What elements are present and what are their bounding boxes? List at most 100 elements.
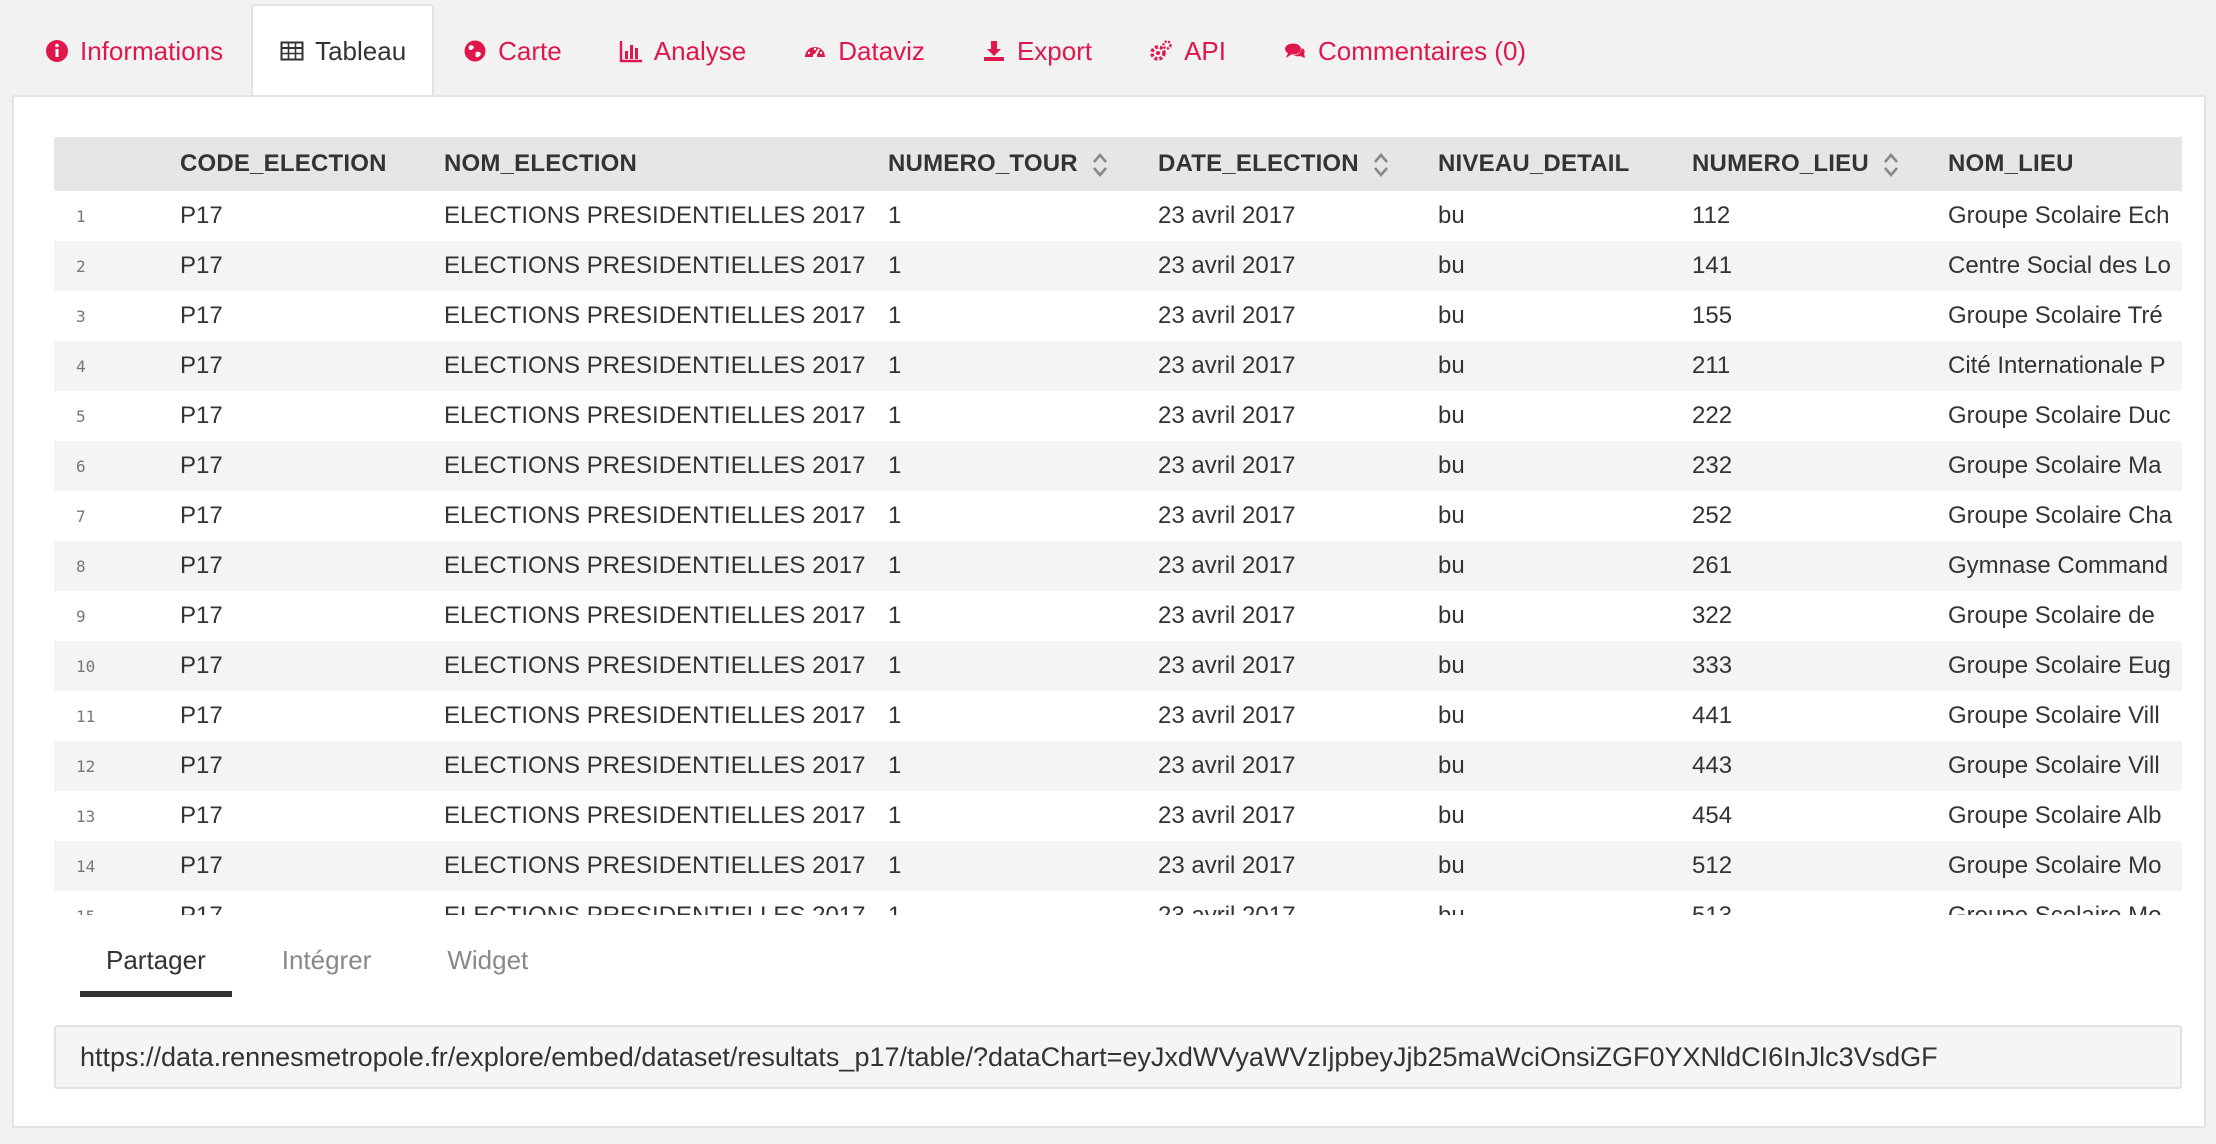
table-cell: 1 bbox=[888, 802, 902, 829]
row-number: 1 bbox=[76, 206, 86, 226]
table-cell: 441 bbox=[1692, 702, 1733, 729]
table-cell: 1 bbox=[888, 202, 902, 229]
table-cell: P17 bbox=[180, 302, 223, 329]
column-header: NOM_ELECTION bbox=[444, 150, 638, 177]
table-row[interactable]: 11 P17 ELECTIONS PRESIDENTIELLES 2017 1 23 a… bbox=[54, 691, 2182, 741]
table-cell: bu bbox=[1438, 302, 1465, 329]
table-cell: ELECTIONS PRESIDENTIELLES 2017 bbox=[444, 202, 866, 229]
tab-integrer[interactable]: Intégrer bbox=[256, 923, 398, 997]
sort-icon[interactable] bbox=[1092, 152, 1108, 178]
table-icon bbox=[279, 38, 305, 64]
row-number: 7 bbox=[76, 506, 86, 526]
row-number: 3 bbox=[76, 306, 86, 326]
tab-label: Commentaires (0) bbox=[1318, 35, 1527, 66]
table-cell: bu bbox=[1438, 752, 1465, 779]
table-header-row: CODE_ELECTION NOM_ELECTION NUMERO_TOUR D… bbox=[54, 137, 2182, 191]
tab-tableau[interactable]: Tableau bbox=[251, 4, 435, 98]
row-number: 13 bbox=[76, 806, 96, 826]
table-cell: Groupe Scolaire Vill bbox=[1948, 702, 2160, 729]
table-cell: Groupe Scolaire Ech bbox=[1948, 202, 2170, 229]
table-cell: bu bbox=[1438, 352, 1465, 379]
column-header[interactable]: NUMERO_LIEU bbox=[1692, 137, 1948, 191]
table-row[interactable]: 13 P17 ELECTIONS PRESIDENTIELLES 2017 1 23 a… bbox=[54, 791, 2182, 841]
table-cell: Gymnase Command bbox=[1948, 552, 2169, 579]
column-header: NOM_LIEU bbox=[1948, 150, 2074, 177]
table-row[interactable]: 9 P17 ELECTIONS PRESIDENTIELLES 2017 1 23 av… bbox=[54, 591, 2182, 641]
row-number: 11 bbox=[76, 706, 96, 726]
table-row[interactable]: 1 P17 ELECTIONS PRESIDENTIELLES 2017 1 23 av… bbox=[54, 191, 2182, 241]
tab-partager[interactable]: Partager bbox=[80, 923, 232, 997]
tab-label: Dataviz bbox=[838, 35, 925, 66]
table-cell: 141 bbox=[1692, 252, 1733, 279]
table-cell: bu bbox=[1438, 652, 1465, 679]
table-cell: Groupe Scolaire Vill bbox=[1948, 752, 2160, 779]
tab-label: Informations bbox=[80, 35, 224, 66]
table-row[interactable]: 5 P17 ELECTIONS PRESIDENTIELLES 2017 1 23 av… bbox=[54, 391, 2182, 441]
table-cell: 1 bbox=[888, 852, 902, 879]
row-number: 10 bbox=[76, 656, 96, 676]
table-cell: 211 bbox=[1692, 352, 1731, 379]
tab-widget[interactable]: Widget bbox=[421, 923, 554, 997]
table-row[interactable]: 3 P17 ELECTIONS PRESIDENTIELLES 2017 1 23 av… bbox=[54, 291, 2182, 341]
tab-carte[interactable]: Carte bbox=[434, 4, 590, 96]
table-cell: 1 bbox=[888, 602, 902, 629]
table-cell: 512 bbox=[1692, 852, 1733, 879]
tab-informations[interactable]: Informations bbox=[16, 4, 251, 96]
table-row[interactable]: 15P17ELECTIONS PRESIDENTIELLES 2017123 a… bbox=[54, 891, 2182, 915]
table-row[interactable]: 14 P17 ELECTIONS PRESIDENTIELLES 2017 1 23 a… bbox=[54, 841, 2182, 891]
table-cell: ELECTIONS PRESIDENTIELLES 2017 bbox=[444, 352, 866, 379]
table-cell: 454 bbox=[1692, 802, 1733, 829]
row-number-header bbox=[54, 137, 180, 191]
row-number: 4 bbox=[76, 356, 86, 376]
table-cell: P17 bbox=[180, 802, 223, 829]
table-cell: 23 avril 2017 bbox=[1158, 452, 1296, 479]
table-cell: bu bbox=[1438, 852, 1465, 879]
table-row[interactable]: 2 P17 ELECTIONS PRESIDENTIELLES 2017 1 23 av… bbox=[54, 241, 2182, 291]
table-cell: bu bbox=[1438, 502, 1465, 529]
table-cell: 333 bbox=[1692, 652, 1733, 679]
table-body: 1 P17 ELECTIONS PRESIDENTIELLES 2017 1 23 av… bbox=[54, 191, 2182, 915]
table-cell: bu bbox=[1438, 802, 1465, 829]
share-url-field[interactable]: https://data.rennesmetropole.fr/explore/… bbox=[54, 1025, 2182, 1089]
row-number: 8 bbox=[76, 556, 86, 576]
tab-analyse[interactable]: Analyse bbox=[590, 4, 775, 96]
column-header[interactable]: DATE_ELECTION bbox=[1158, 137, 1438, 191]
tab-commentaires[interactable]: Commentaires (0) bbox=[1254, 4, 1554, 96]
table-row[interactable]: 8 P17 ELECTIONS PRESIDENTIELLES 2017 1 23 av… bbox=[54, 541, 2182, 591]
table-cell: 112 bbox=[1692, 202, 1731, 229]
tab-export[interactable]: Export bbox=[953, 4, 1120, 96]
table-cell: 1 bbox=[888, 552, 902, 579]
table-cell: 252 bbox=[1692, 502, 1733, 529]
table-cell: P17 bbox=[180, 852, 223, 879]
table-cell: 261 bbox=[1692, 552, 1733, 579]
table-cell: bu bbox=[1438, 702, 1465, 729]
table-cell: Groupe Scolaire Alb bbox=[1948, 802, 2162, 829]
table-cell: 23 avril 2017 bbox=[1158, 802, 1296, 829]
table-row[interactable]: 7 P17 ELECTIONS PRESIDENTIELLES 2017 1 23 av… bbox=[54, 491, 2182, 541]
tab-dataviz[interactable]: Dataviz bbox=[774, 4, 953, 96]
bar-chart-icon bbox=[618, 38, 644, 64]
table-row[interactable]: 6 P17 ELECTIONS PRESIDENTIELLES 2017 1 23 av… bbox=[54, 441, 2182, 491]
table-cell: 1 bbox=[888, 352, 902, 379]
sort-icon[interactable] bbox=[1373, 152, 1389, 178]
table-cell: P17 bbox=[180, 702, 223, 729]
table-row[interactable]: 10 P17 ELECTIONS PRESIDENTIELLES 2017 1 23 a… bbox=[54, 641, 2182, 691]
table-cell: ELECTIONS PRESIDENTIELLES 2017 bbox=[444, 752, 866, 779]
tab-label: Tableau bbox=[315, 35, 407, 66]
row-number: 2 bbox=[76, 256, 86, 276]
data-table-container[interactable]: CODE_ELECTION NOM_ELECTION NUMERO_TOUR D… bbox=[54, 137, 2182, 915]
tab-api[interactable]: API bbox=[1120, 4, 1254, 96]
row-number: 14 bbox=[76, 856, 96, 876]
table-cell: Groupe Scolaire Eug bbox=[1948, 652, 2171, 679]
table-cell: ELECTIONS PRESIDENTIELLES 2017 bbox=[444, 852, 866, 879]
column-header[interactable]: NUMERO_TOUR bbox=[888, 137, 1158, 191]
column-header: NIVEAU_DETAIL bbox=[1438, 150, 1630, 177]
table-row[interactable]: 12 P17 ELECTIONS PRESIDENTIELLES 2017 1 23 a… bbox=[54, 741, 2182, 791]
table-row[interactable]: 4 P17 ELECTIONS PRESIDENTIELLES 2017 1 23 av… bbox=[54, 341, 2182, 391]
table-cell: P17 bbox=[180, 652, 223, 679]
table-cell: 1 bbox=[888, 891, 1158, 915]
table-cell: ELECTIONS PRESIDENTIELLES 2017 bbox=[444, 602, 866, 629]
sort-icon[interactable] bbox=[1883, 152, 1899, 178]
table-cell: ELECTIONS PRESIDENTIELLES 2017 bbox=[444, 502, 866, 529]
table-cell: P17 bbox=[180, 891, 444, 915]
